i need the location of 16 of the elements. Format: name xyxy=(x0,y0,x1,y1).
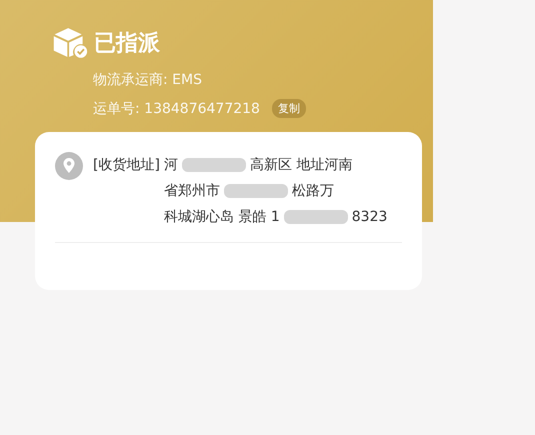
package-check-icon xyxy=(52,26,88,59)
location-pin-icon xyxy=(55,152,83,180)
address-text: 8323 xyxy=(352,208,388,227)
status-title: 已指派 xyxy=(94,30,160,58)
copy-button[interactable]: 复制 xyxy=(272,99,306,118)
redaction-blur xyxy=(182,158,246,172)
redaction-blur xyxy=(224,184,288,198)
address-text: 科城湖心岛 景皓 1 xyxy=(164,208,280,227)
carrier-text: 物流承运商: EMS xyxy=(93,71,203,89)
address-label: [收货地址] xyxy=(93,156,160,175)
redaction-blur xyxy=(284,210,348,224)
address-text: 松路万 xyxy=(292,182,334,201)
address-text: 高新区 地址河南 xyxy=(250,156,352,175)
tracking-number: 运单号: 1384876477218 xyxy=(93,100,260,118)
address-text: 河 xyxy=(164,156,178,175)
address-text: 省郑州市 xyxy=(164,182,220,201)
